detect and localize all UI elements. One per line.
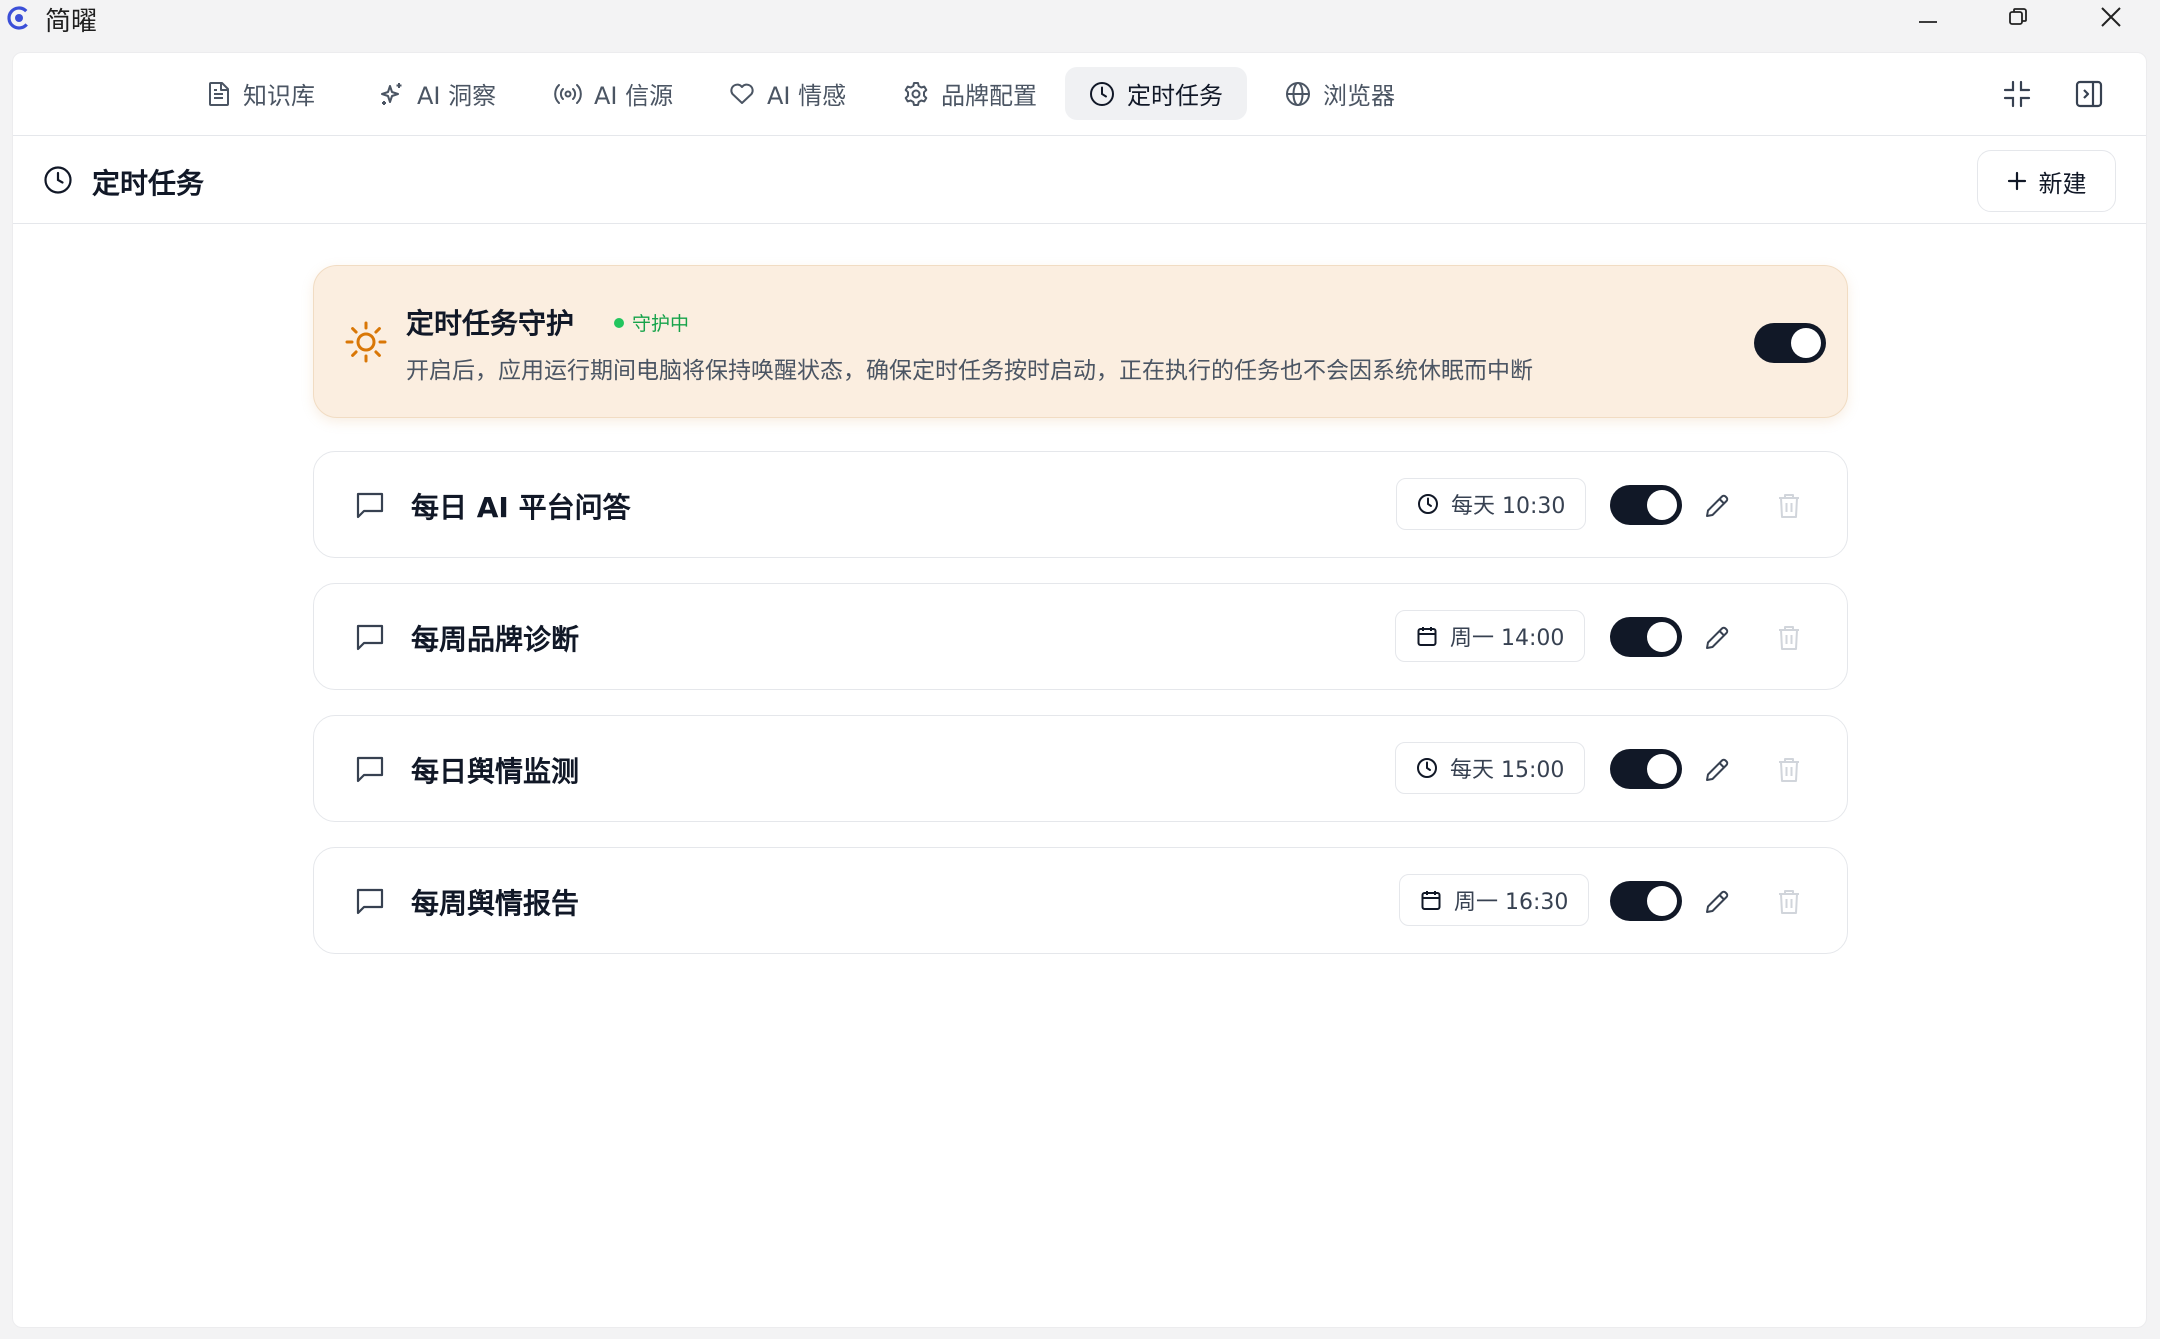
minimize-icon	[1919, 21, 1937, 23]
tab-brand-config[interactable]: 品牌配置	[879, 67, 1061, 120]
guardian-title: 定时任务守护	[406, 307, 575, 340]
tab-label: 知识库	[243, 82, 315, 110]
tab-label: 品牌配置	[941, 82, 1037, 110]
schedule-text: 周一 14:00	[1450, 626, 1565, 651]
main-panel: 知识库 AI 洞察 AI 信源 AI 情感 品牌配置 定时任务 浏览器 定时任务…	[12, 52, 2147, 1328]
window-titlebar: 简曜	[0, 0, 2160, 52]
pencil-icon	[1706, 890, 1729, 913]
clock-icon	[1417, 758, 1437, 778]
page-title: 定时任务	[92, 167, 205, 200]
edit-button[interactable]	[1700, 489, 1734, 523]
tab-label: 定时任务	[1127, 82, 1223, 110]
task-name: 每周舆情报告	[411, 887, 580, 920]
clock-icon	[1090, 81, 1114, 106]
guardian-toggle[interactable]	[1754, 323, 1826, 363]
trash-icon	[1779, 758, 1799, 782]
pencil-icon	[1706, 494, 1729, 517]
schedule-text: 每天 10:30	[1451, 494, 1566, 519]
message-square-icon	[356, 492, 384, 519]
tab-browser[interactable]: 浏览器	[1261, 67, 1419, 120]
toggle-sidebar-button[interactable]	[2067, 72, 2111, 116]
task-card[interactable]: 每周品牌诊断 周一 14:00	[313, 583, 1848, 690]
top-nav: 知识库 AI 洞察 AI 信源 AI 情感 品牌配置 定时任务 浏览器	[13, 53, 2146, 136]
schedule-text: 周一 16:30	[1454, 890, 1569, 915]
collapse-icon	[2003, 80, 2031, 108]
edit-button[interactable]	[1700, 621, 1734, 655]
message-square-icon	[356, 756, 384, 783]
message-square-icon	[356, 624, 384, 651]
tab-ai-insight[interactable]: AI 洞察	[355, 67, 520, 120]
new-button-label: 新建	[2038, 169, 2087, 198]
task-toggle[interactable]	[1610, 749, 1682, 789]
clock-icon	[44, 166, 72, 194]
calendar-icon	[1421, 891, 1441, 910]
schedule-badge: 周一 14:00	[1395, 610, 1586, 662]
delete-button[interactable]	[1772, 489, 1806, 523]
trash-icon	[1779, 890, 1799, 914]
app-title: 简曜	[45, 7, 98, 37]
guardian-description: 开启后，应用运行期间电脑将保持唤醒状态，确保定时任务按时启动，正在执行的任务也不…	[406, 358, 1533, 384]
task-guardian-card: 定时任务守护 守护中 开启后，应用运行期间电脑将保持唤醒状态，确保定时任务按时启…	[313, 265, 1848, 418]
task-name: 每日舆情监测	[411, 755, 580, 788]
toggle-knob	[1647, 754, 1677, 784]
schedule-badge: 周一 16:30	[1399, 874, 1590, 926]
tab-label: AI 情感	[767, 82, 847, 110]
task-toggle[interactable]	[1610, 617, 1682, 657]
edit-button[interactable]	[1700, 885, 1734, 919]
tab-scheduled-tasks[interactable]: 定时任务	[1065, 67, 1247, 120]
sun-icon	[345, 321, 387, 363]
new-task-button[interactable]: 新建	[1977, 150, 2116, 212]
delete-button[interactable]	[1772, 621, 1806, 655]
tab-label: 浏览器	[1323, 82, 1395, 110]
task-toggle[interactable]	[1610, 881, 1682, 921]
gear-icon	[904, 81, 928, 106]
trash-icon	[1779, 494, 1799, 518]
schedule-badge: 每天 10:30	[1396, 478, 1587, 530]
toggle-knob	[1647, 886, 1677, 916]
delete-button[interactable]	[1772, 885, 1806, 919]
sidebar-panel-icon	[2075, 80, 2103, 108]
message-square-icon	[356, 888, 384, 915]
pencil-icon	[1706, 758, 1729, 781]
delete-button[interactable]	[1772, 753, 1806, 787]
task-name: 每周品牌诊断	[411, 623, 580, 656]
plus-icon	[2007, 171, 2026, 191]
globe-icon	[1286, 81, 1310, 106]
task-card[interactable]: 每日舆情监测 每天 15:00	[313, 715, 1848, 822]
toggle-knob	[1647, 490, 1677, 520]
status-dot	[614, 317, 624, 328]
tab-label: AI 信源	[594, 82, 674, 110]
restore-icon	[2009, 8, 2027, 25]
sparkles-icon	[381, 82, 402, 105]
close-button[interactable]	[2066, 0, 2156, 34]
status-text: 守护中	[632, 313, 690, 335]
tab-ai-emotion[interactable]: AI 情感	[705, 67, 870, 120]
calendar-icon	[1417, 627, 1437, 646]
page-header: 定时任务 新建	[13, 136, 2146, 224]
minimize-button[interactable]	[1883, 0, 1973, 34]
radio-icon	[554, 83, 582, 104]
app-logo-icon	[7, 6, 31, 30]
task-name: 每日 AI 平台问答	[411, 491, 631, 524]
edit-button[interactable]	[1700, 753, 1734, 787]
status-badge: 守护中	[614, 309, 689, 336]
file-text-icon	[209, 81, 229, 106]
clock-icon	[1418, 494, 1438, 514]
task-card[interactable]: 每日 AI 平台问答 每天 10:30	[313, 451, 1848, 558]
toggle-knob	[1647, 622, 1677, 652]
tab-knowledge-base[interactable]: 知识库	[183, 67, 339, 120]
close-icon	[2101, 7, 2121, 27]
tab-label: AI 洞察	[417, 82, 497, 110]
toggle-knob	[1791, 328, 1821, 358]
tab-ai-source[interactable]: AI 信源	[530, 67, 697, 120]
schedule-text: 每天 15:00	[1450, 758, 1565, 783]
heart-icon	[730, 83, 754, 104]
pencil-icon	[1706, 626, 1729, 649]
schedule-badge: 每天 15:00	[1395, 742, 1586, 794]
minimize-view-button[interactable]	[1995, 72, 2039, 116]
restore-button[interactable]	[1973, 0, 2063, 34]
trash-icon	[1779, 626, 1799, 650]
task-card[interactable]: 每周舆情报告 周一 16:30	[313, 847, 1848, 954]
task-toggle[interactable]	[1610, 485, 1682, 525]
